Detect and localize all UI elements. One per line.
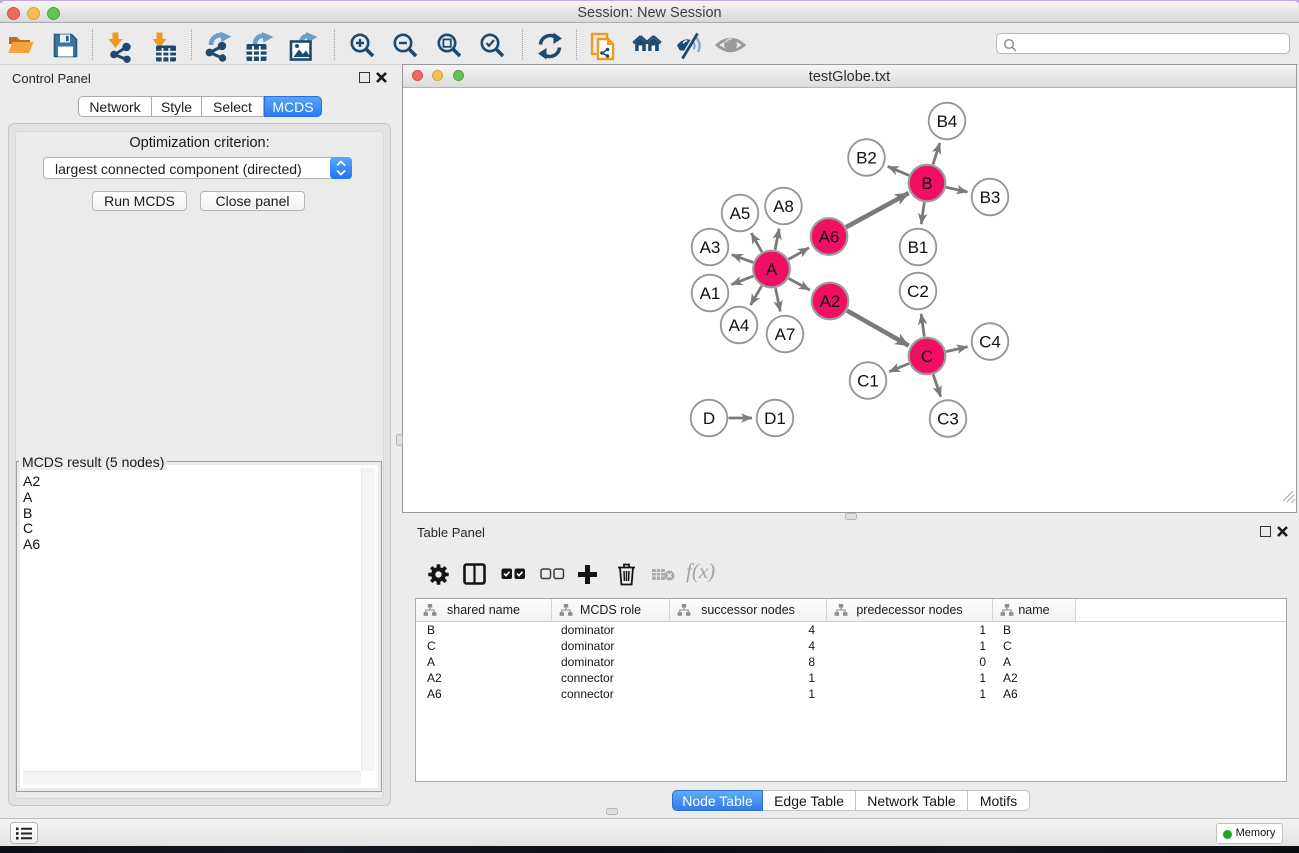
svg-text:A3: A3 bbox=[700, 238, 721, 257]
svg-text:A1: A1 bbox=[700, 284, 721, 303]
svg-text:B4: B4 bbox=[937, 112, 958, 131]
svg-text:C: C bbox=[921, 347, 933, 366]
svg-text:B3: B3 bbox=[980, 188, 1001, 207]
svg-text:C1: C1 bbox=[857, 372, 879, 391]
svg-text:A8: A8 bbox=[773, 197, 794, 216]
svg-text:A2: A2 bbox=[820, 292, 841, 311]
svg-text:C3: C3 bbox=[937, 410, 959, 429]
svg-text:A4: A4 bbox=[729, 316, 750, 335]
svg-text:D1: D1 bbox=[764, 409, 786, 428]
svg-text:A5: A5 bbox=[730, 204, 751, 223]
svg-text:B: B bbox=[921, 174, 932, 193]
svg-text:B2: B2 bbox=[856, 149, 877, 168]
svg-text:D: D bbox=[703, 409, 715, 428]
svg-text:A: A bbox=[766, 260, 778, 279]
svg-text:C4: C4 bbox=[979, 333, 1001, 352]
svg-text:A6: A6 bbox=[819, 228, 840, 247]
svg-text:C2: C2 bbox=[907, 282, 929, 301]
svg-text:A7: A7 bbox=[775, 325, 796, 344]
svg-text:B1: B1 bbox=[908, 238, 929, 257]
